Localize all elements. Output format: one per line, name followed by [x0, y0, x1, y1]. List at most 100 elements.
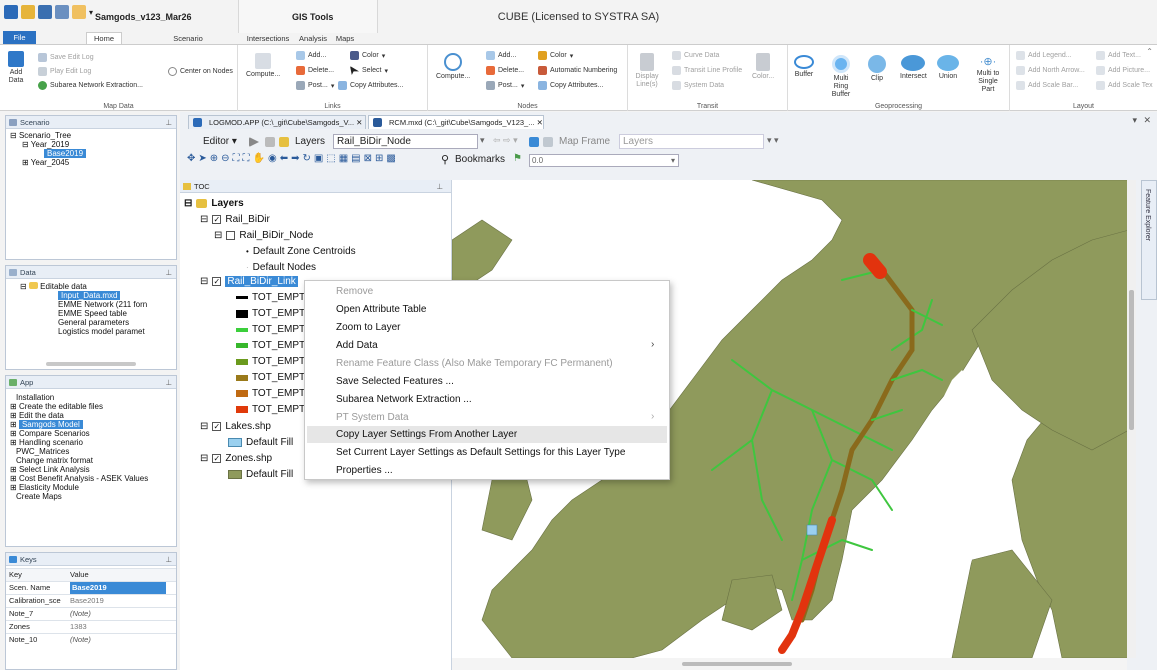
- tab-intersections[interactable]: Intersections: [243, 33, 293, 44]
- tab-scenario[interactable]: Scenario: [168, 33, 208, 44]
- layer-checkbox[interactable]: ✓: [212, 454, 222, 463]
- menu-item-properties[interactable]: Properties ...: [336, 465, 393, 476]
- union-button[interactable]: Union: [937, 55, 959, 80]
- app-item-create-editable[interactable]: ⊞ Create the editable files: [10, 402, 172, 411]
- layer-checkbox[interactable]: ✓: [212, 422, 222, 431]
- collapse-icon[interactable]: ⊟: [200, 421, 208, 432]
- toc-rail-bidir-group[interactable]: ⊟ ✓ Rail_BiDir: [200, 214, 270, 225]
- tab-maps[interactable]: Maps: [332, 33, 358, 44]
- layer-checkbox[interactable]: [226, 231, 236, 240]
- tree-node-general-parameters[interactable]: General parameters: [10, 318, 172, 327]
- links-delete-button[interactable]: Delete...: [296, 66, 334, 75]
- menu-item-pt-system-data[interactable]: PT System Data: [336, 412, 409, 423]
- display-lines-button[interactable]: Display Line(s): [634, 53, 660, 89]
- menu-item-remove[interactable]: Remove: [336, 286, 373, 297]
- pin-icon[interactable]: ⊥: [436, 180, 443, 193]
- tab-analysis[interactable]: Analysis: [296, 33, 330, 44]
- map-vertical-scrollbar[interactable]: [1127, 180, 1136, 658]
- tree-node-emme-network[interactable]: EMME Network (211 forn: [10, 300, 172, 309]
- menu-item-set-default-settings[interactable]: Set Current Layer Settings as Default Se…: [336, 447, 625, 458]
- tree-node-input-data[interactable]: Input_Data.mxd: [10, 291, 172, 300]
- app-item-change-matrix[interactable]: Change matrix format: [10, 456, 172, 465]
- add-picture-button[interactable]: Add Picture...: [1096, 66, 1150, 75]
- bookmarks-menu[interactable]: Bookmarks: [455, 154, 505, 165]
- data-pane-scrollbar[interactable]: [46, 362, 136, 366]
- tab-file[interactable]: File: [3, 31, 36, 44]
- editor-menu[interactable]: Editor ▾: [203, 136, 237, 147]
- clip-button[interactable]: Clip: [868, 55, 886, 82]
- close-tab-icon[interactable]: ✕: [356, 118, 362, 127]
- layer-select[interactable]: Rail_BiDir_Node: [333, 134, 478, 149]
- app-item-create-maps[interactable]: Create Maps: [10, 492, 172, 501]
- automatic-numbering-button[interactable]: Automatic Numbering: [538, 66, 617, 75]
- toc-rail-bidir-node[interactable]: ⊟ Rail_BiDir_Node: [214, 230, 313, 241]
- toc-layers-root[interactable]: ⊟ Layers: [184, 198, 244, 209]
- feature-explorer-tab[interactable]: Feature Explorer: [1141, 180, 1157, 300]
- menu-item-add-data[interactable]: Add Data: [336, 340, 378, 351]
- links-compute-button[interactable]: Compute...: [246, 53, 280, 78]
- transit-line-profile-button[interactable]: Transit Line Profile: [672, 66, 742, 75]
- links-post-button[interactable]: Post... ▾: [296, 81, 334, 90]
- scroll-thumb[interactable]: [682, 662, 792, 666]
- tree-node-base2019[interactable]: Base2019: [10, 149, 172, 158]
- nodes-color-button[interactable]: Color ▾: [538, 51, 573, 60]
- center-on-nodes-button[interactable]: Center on Nodes: [168, 67, 233, 76]
- system-data-button[interactable]: System Data: [672, 81, 724, 90]
- refresh-icon[interactable]: [529, 137, 539, 147]
- add-scale-bar-button[interactable]: Add Scale Bar...: [1016, 81, 1078, 90]
- tree-node-scenario-tree[interactable]: ⊟ Scenario_Tree: [10, 131, 172, 140]
- pin-icon[interactable]: ⊥: [165, 116, 172, 129]
- table-row[interactable]: Zones 1383: [6, 620, 176, 633]
- add-scale-text-button[interactable]: Add Scale Tex: [1096, 81, 1153, 90]
- app-item-handling-scenario[interactable]: ⊞ Handling scenario: [10, 438, 172, 447]
- menu-item-rename-feature-class[interactable]: Rename Feature Class (Also Make Temporar…: [336, 358, 613, 369]
- table-row[interactable]: Note_10 (Note): [6, 633, 176, 646]
- layer-checkbox[interactable]: ✓: [212, 277, 222, 286]
- links-select-button[interactable]: Select ▾: [350, 66, 388, 75]
- app-item-installation[interactable]: Installation: [10, 393, 172, 402]
- links-copy-attributes-button[interactable]: Copy Attributes...: [338, 81, 403, 90]
- table-row[interactable]: Note_7 (Note): [6, 607, 176, 620]
- add-data-button[interactable]: Add Data: [4, 51, 28, 85]
- tree-node-year-2019[interactable]: ⊟ Year_2019: [10, 140, 172, 149]
- app-item-cost-benefit[interactable]: ⊞ Cost Benefit Analysis - ASEK Values: [10, 474, 172, 483]
- settings-icon[interactable]: [543, 137, 553, 147]
- play-edit-log-button[interactable]: Play Edit Log: [38, 67, 91, 76]
- app-item-pwc-matrices[interactable]: PWC_Matrices: [10, 447, 172, 456]
- nav-arrows-icon[interactable]: ⇦ ⇨ ▾: [493, 135, 518, 146]
- curve-data-button[interactable]: Curve Data: [672, 51, 719, 60]
- doc-tab-logmod[interactable]: LOGMOD.APP (C:\_git\Cube\Samgods_V... ✕: [188, 115, 366, 129]
- nodes-delete-button[interactable]: Delete...: [486, 66, 524, 75]
- app-item-samgods-model[interactable]: ⊞ Samgods Model: [10, 420, 172, 429]
- pin-icon[interactable]: ⊥: [165, 553, 172, 566]
- close-doc-icon[interactable]: ✕: [1143, 115, 1151, 126]
- new-file-icon[interactable]: [72, 5, 86, 19]
- edit-pencil-icon[interactable]: [265, 137, 275, 147]
- tree-node-editable-data[interactable]: ⊟ Editable data: [10, 282, 172, 291]
- scale-input[interactable]: 0.0 ▾: [529, 154, 679, 167]
- tab-home[interactable]: Home: [86, 32, 122, 44]
- table-row[interactable]: Scen. Name Base2019: [6, 581, 176, 594]
- buffer-button[interactable]: Buffer: [794, 55, 814, 78]
- scroll-thumb[interactable]: [1129, 290, 1134, 430]
- app-item-elasticity[interactable]: ⊞ Elasticity Module: [10, 483, 172, 492]
- collapse-icon[interactable]: ⊟: [200, 453, 208, 464]
- toc-zones-layer[interactable]: ⊟ ✓ Zones.shp: [200, 453, 272, 464]
- tree-node-year-2045[interactable]: ⊞ Year_2045: [10, 158, 172, 167]
- menu-item-copy-layer-settings[interactable]: Copy Layer Settings From Another Layer: [336, 429, 517, 440]
- nodes-post-button[interactable]: Post... ▾: [486, 81, 524, 90]
- customize-dropdown-icon[interactable]: ▾: [89, 8, 93, 17]
- map-navigation-tools[interactable]: ✥➤⊕⊖⛶⛶✋◉⬅➡↻▣⬚▦▤⊠⊞▩: [187, 153, 399, 164]
- menu-item-subarea-network-extraction[interactable]: Subarea Network Extraction ...: [336, 394, 472, 405]
- pin-icon[interactable]: ⊥: [165, 266, 172, 279]
- doc-menu-icon[interactable]: ▾: [1132, 115, 1137, 126]
- multi-ring-buffer-button[interactable]: Multi Ring Buffer: [826, 55, 856, 99]
- nodes-copy-attributes-button[interactable]: Copy Attributes...: [538, 81, 603, 90]
- app-item-select-link[interactable]: ⊞ Select Link Analysis: [10, 465, 172, 474]
- transit-color-button[interactable]: Color...: [752, 53, 774, 80]
- toc-lakes-layer[interactable]: ⊟ ✓ Lakes.shp: [200, 421, 271, 432]
- app-item-edit-data[interactable]: ⊞ Edit the data: [10, 411, 172, 420]
- flag-icon[interactable]: ⚑: [513, 153, 522, 164]
- links-color-button[interactable]: Color ▾: [350, 51, 385, 60]
- edit-arrow-icon[interactable]: [249, 137, 259, 147]
